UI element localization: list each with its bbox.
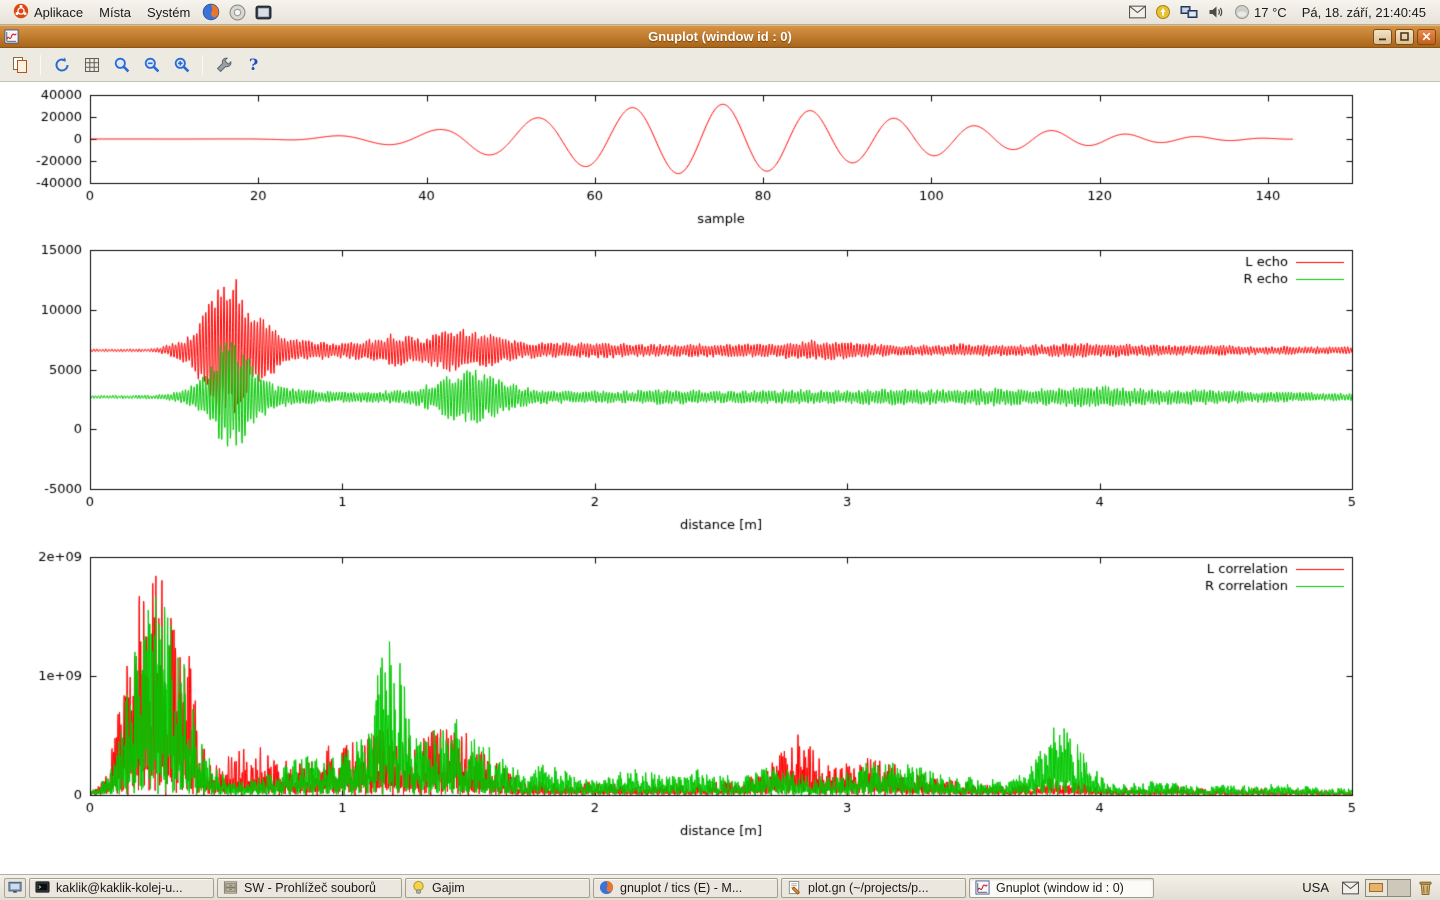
copy-icon bbox=[11, 56, 29, 74]
help-launcher[interactable] bbox=[225, 1, 249, 24]
menu-mista[interactable]: Místa bbox=[92, 1, 138, 24]
wrench-icon bbox=[215, 56, 233, 74]
settings-button[interactable] bbox=[210, 52, 237, 78]
taskbar-item-terminal[interactable]: kaklik@kaklik-kolej-u... bbox=[29, 878, 214, 898]
taskbar-item-label: Gajim bbox=[432, 881, 465, 895]
window-title: Gnuplot (window id : 0) bbox=[648, 29, 792, 44]
temperature-label: 17 °C bbox=[1254, 5, 1287, 20]
taskbar-item-label: gnuplot / tics (E) - M... bbox=[620, 881, 742, 895]
maximize-button[interactable] bbox=[1395, 29, 1414, 45]
mail-icon bbox=[1129, 5, 1146, 19]
firefox-icon bbox=[599, 880, 615, 896]
mail-tray-button-bottom[interactable] bbox=[1338, 876, 1362, 899]
show-desktop-icon bbox=[8, 881, 22, 894]
taskbar-item-firefox[interactable]: gnuplot / tics (E) - M... bbox=[593, 878, 778, 898]
workspace-switcher[interactable] bbox=[1365, 879, 1411, 897]
taskbar-item-label: Gnuplot (window id : 0) bbox=[996, 881, 1124, 895]
trash-button[interactable] bbox=[1414, 877, 1436, 899]
menu-label: Místa bbox=[99, 5, 131, 20]
taskbar: kaklik@kaklik-kolej-u... SW - Prohlížeč … bbox=[0, 874, 1440, 900]
ubuntu-logo-icon bbox=[13, 3, 29, 22]
menu-aplikace[interactable]: Aplikace bbox=[6, 1, 90, 24]
help-icon: ? bbox=[249, 55, 258, 74]
update-icon bbox=[1155, 4, 1171, 20]
clock-applet[interactable]: Pá, 18. září, 21:40:45 bbox=[1294, 5, 1434, 20]
mail-tray-button[interactable] bbox=[1125, 1, 1149, 24]
terminal-launcher[interactable] bbox=[251, 1, 275, 24]
terminal-launcher-icon bbox=[255, 4, 272, 21]
show-desktop-button[interactable] bbox=[4, 878, 26, 898]
gnuplot-window: Gnuplot (window id : 0) bbox=[0, 25, 1440, 874]
menu-label: Systém bbox=[147, 5, 190, 20]
toolbar: ? bbox=[0, 48, 1440, 82]
signal-chart bbox=[0, 82, 1440, 232]
taskbar-item-label: kaklik@kaklik-kolej-u... bbox=[56, 881, 183, 895]
zoom-previous-icon bbox=[113, 56, 131, 74]
copy-button[interactable] bbox=[6, 52, 33, 78]
toolbar-separator bbox=[202, 55, 203, 75]
weather-icon bbox=[1234, 4, 1250, 20]
zoom-in-icon bbox=[173, 56, 191, 74]
close-button[interactable] bbox=[1417, 29, 1436, 45]
trash-icon bbox=[1417, 879, 1434, 896]
file-manager-icon bbox=[223, 880, 239, 896]
grid-button[interactable] bbox=[78, 52, 105, 78]
workspace-2[interactable] bbox=[1388, 880, 1410, 896]
taskbar-item-editor[interactable]: plot.gn (~/projects/p... bbox=[781, 878, 966, 898]
toolbar-separator bbox=[40, 55, 41, 75]
help-browser-icon bbox=[229, 4, 246, 21]
firefox-icon bbox=[202, 3, 220, 21]
gnuplot-icon bbox=[975, 880, 991, 896]
minimize-button[interactable] bbox=[1373, 29, 1392, 45]
echo-chart bbox=[0, 232, 1440, 547]
network-displays-icon bbox=[1180, 5, 1198, 20]
zoom-previous-button[interactable] bbox=[108, 52, 135, 78]
grid-icon bbox=[83, 56, 101, 74]
plot-area bbox=[0, 82, 1440, 874]
help-button[interactable]: ? bbox=[240, 52, 267, 78]
taskbar-item-gajim[interactable]: Gajim bbox=[405, 878, 590, 898]
menu-system[interactable]: Systém bbox=[140, 1, 197, 24]
taskbar-item-file-manager[interactable]: SW - Prohlížeč souborů bbox=[217, 878, 402, 898]
text-editor-icon bbox=[787, 880, 803, 896]
zoom-in-button[interactable] bbox=[168, 52, 195, 78]
firefox-launcher[interactable] bbox=[199, 1, 223, 24]
gnuplot-window-icon bbox=[4, 29, 22, 45]
update-tray-button[interactable] bbox=[1151, 1, 1175, 24]
top-panel: Aplikace Místa Systém bbox=[0, 0, 1440, 25]
replot-icon bbox=[53, 56, 71, 74]
desktop: Aplikace Místa Systém bbox=[0, 0, 1440, 900]
correlation-chart bbox=[0, 547, 1440, 862]
menu-label: Aplikace bbox=[34, 5, 83, 20]
titlebar[interactable]: Gnuplot (window id : 0) bbox=[0, 25, 1440, 48]
volume-tray-button[interactable] bbox=[1203, 1, 1227, 24]
workspace-1[interactable] bbox=[1366, 880, 1388, 896]
workspace-window-thumb bbox=[1369, 883, 1383, 892]
zoom-out-button[interactable] bbox=[138, 52, 165, 78]
gajim-icon bbox=[411, 880, 427, 896]
taskbar-item-label: SW - Prohlížeč souborů bbox=[244, 881, 376, 895]
volume-icon bbox=[1207, 4, 1224, 20]
network-tray-button[interactable] bbox=[1177, 1, 1201, 24]
zoom-out-icon bbox=[143, 56, 161, 74]
terminal-icon bbox=[35, 880, 51, 896]
taskbar-item-gnuplot[interactable]: Gnuplot (window id : 0) bbox=[969, 878, 1154, 898]
taskbar-item-label: plot.gn (~/projects/p... bbox=[808, 881, 929, 895]
replot-button[interactable] bbox=[48, 52, 75, 78]
keyboard-layout-indicator[interactable]: USA bbox=[1296, 880, 1335, 895]
weather-applet[interactable]: 17 °C bbox=[1229, 4, 1292, 20]
mail-icon bbox=[1342, 881, 1359, 895]
